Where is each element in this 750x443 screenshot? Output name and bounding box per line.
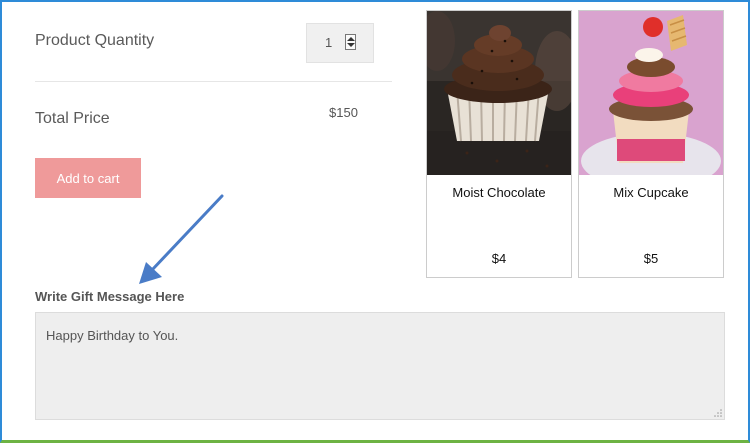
product-price: $4 xyxy=(491,251,507,266)
resize-grip-icon[interactable] xyxy=(714,409,722,417)
gift-message-label: Write Gift Message Here xyxy=(35,289,185,304)
product-name[interactable]: Moist Chocolate xyxy=(427,185,571,200)
gift-message-textarea[interactable]: Happy Birthday to You. xyxy=(35,312,725,420)
gift-message-text[interactable]: Happy Birthday to You. xyxy=(46,328,178,343)
mix-cupcake-image[interactable] xyxy=(579,11,723,175)
product-card-moist-chocolate[interactable]: Moist Chocolate $4 xyxy=(426,10,572,278)
product-card-mix-cupcake[interactable]: Mix Cupcake $5 xyxy=(578,10,724,278)
product-price: $5 xyxy=(643,251,659,266)
chocolate-cupcake-image[interactable] xyxy=(427,11,571,175)
product-name[interactable]: Mix Cupcake xyxy=(579,185,723,200)
